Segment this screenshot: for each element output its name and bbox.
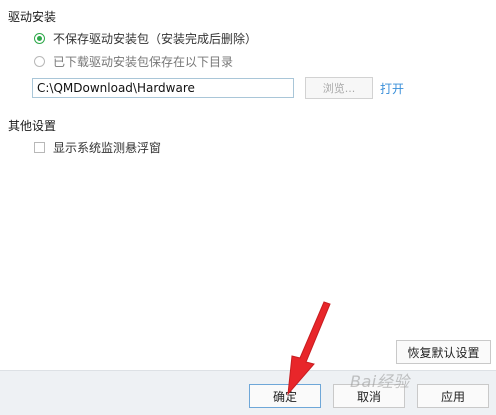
section-title-other-settings: 其他设置 <box>8 119 57 133</box>
download-path-input[interactable] <box>32 78 294 98</box>
radio-checked-icon[interactable] <box>34 33 45 44</box>
watermark-text: Bai经验 <box>350 372 410 391</box>
radio-unchecked-icon[interactable] <box>34 56 45 67</box>
annotation-arrow-icon <box>287 301 331 396</box>
restore-defaults-button[interactable]: 恢复默认设置 <box>396 340 491 364</box>
radio-save-label: 已下载驱动安装包保存在以下目录 <box>53 55 234 69</box>
radio-no-save-label: 不保存驱动安装包（安装完成后删除） <box>53 32 258 46</box>
radio-no-save-package[interactable]: 不保存驱动安装包（安装完成后删除） <box>34 30 257 47</box>
checkbox-floating-window-label: 显示系统监测悬浮窗 <box>53 141 162 155</box>
checkbox-unchecked-icon[interactable] <box>34 142 45 153</box>
open-folder-link[interactable]: 打开 <box>380 80 404 97</box>
checkbox-floating-window[interactable]: 显示系统监测悬浮窗 <box>34 139 161 156</box>
section-title-driver-install: 驱动安装 <box>8 10 57 24</box>
apply-button[interactable]: 应用 <box>417 384 489 408</box>
radio-save-package[interactable]: 已下载驱动安装包保存在以下目录 <box>34 53 233 70</box>
browse-button[interactable]: 浏览... <box>305 77 373 99</box>
